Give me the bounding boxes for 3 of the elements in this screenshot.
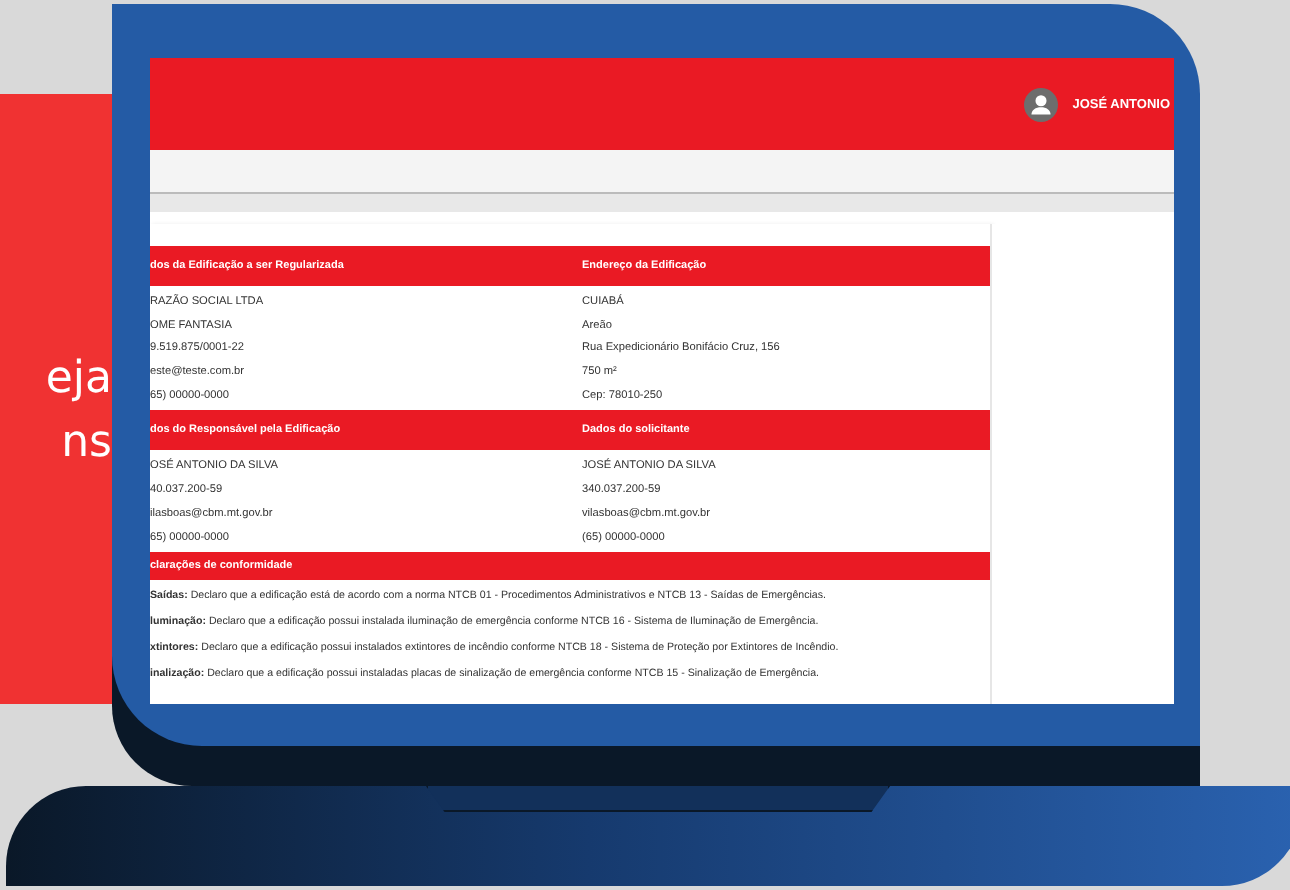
banner-text: eja xyxy=(45,354,112,406)
banner-text: ns xyxy=(61,418,112,470)
user-avatar-icon[interactable] xyxy=(1024,87,1059,121)
